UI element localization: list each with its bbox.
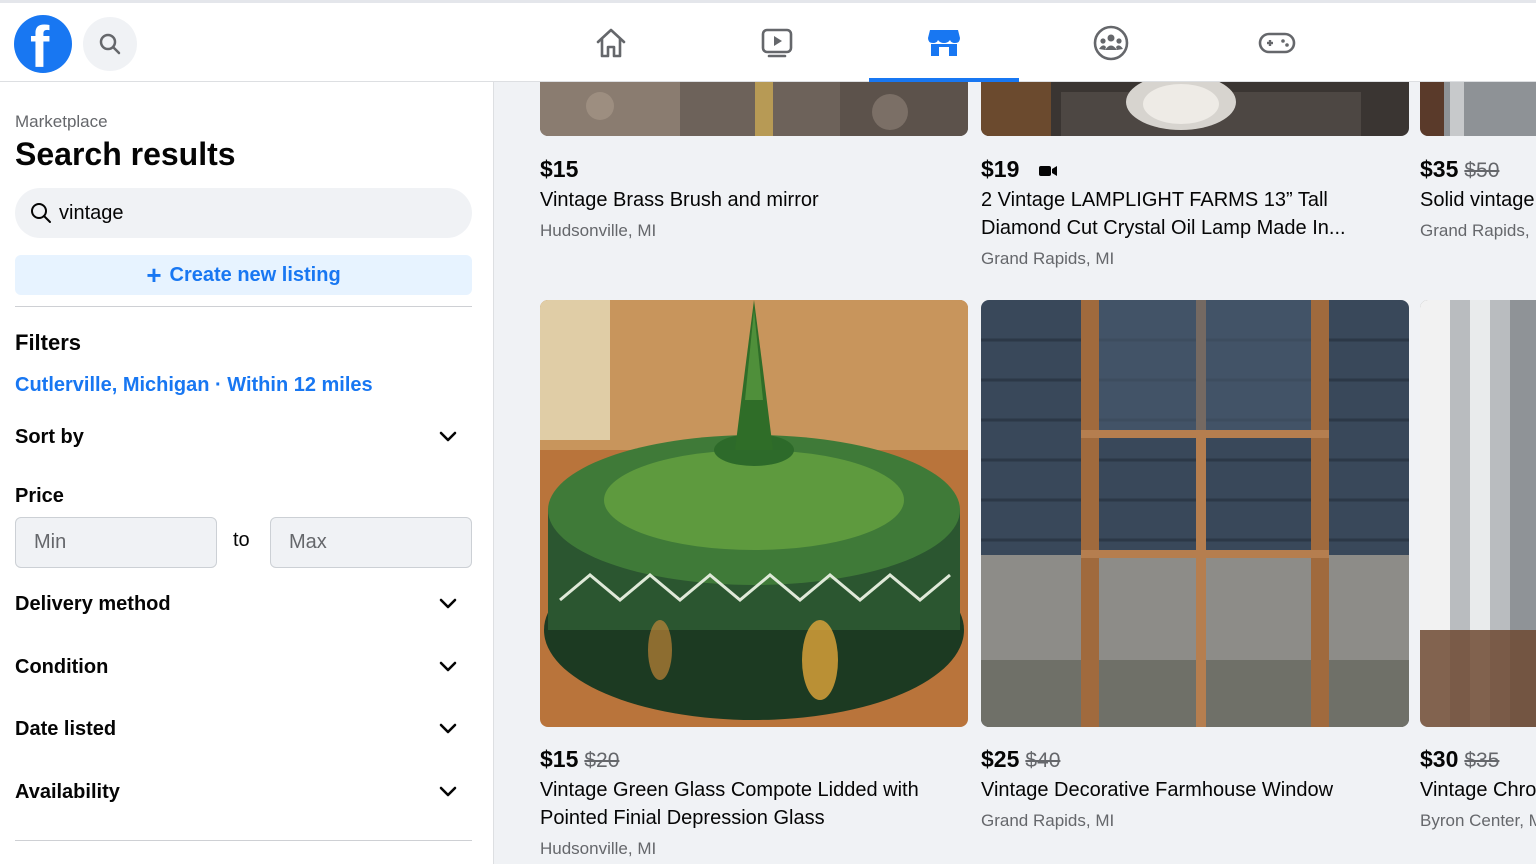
listing-title: Vintage Brass Brush and mirror — [540, 189, 819, 211]
create-new-listing-button[interactable]: + Create new listing — [15, 255, 472, 295]
listing-title: Vintage Decorative Farmhouse Window — [981, 779, 1334, 801]
search-field[interactable] — [15, 188, 472, 238]
listing-card[interactable]: $19 2 Vintage LAMPLIGHT FARMS 13” Tall D… — [981, 82, 1409, 282]
listing-card[interactable]: $15 Vintage Brass Brush and mirror Hudso… — [540, 82, 968, 262]
create-new-listing-label: Create new listing — [169, 263, 341, 286]
price-max-input[interactable] — [270, 517, 472, 568]
listing-card[interactable]: $15 $20 Vintage Green Glass Compote Lidde… — [540, 300, 968, 864]
chevron-down-icon — [439, 431, 457, 442]
listing-column-partial: $35 $50 Solid vintage Grand Rapids, $30 $3… — [1420, 82, 1536, 864]
listing-price: $35 $50 — [1420, 156, 1500, 182]
listing-price: $25 $40 — [981, 746, 1061, 772]
price-to-label: to — [233, 529, 250, 551]
listing-location: Byron Center, M — [1420, 811, 1536, 830]
date-listed-filter[interactable]: Date listed — [15, 714, 472, 744]
marketplace-icon[interactable] — [920, 19, 968, 67]
price-min-input[interactable] — [15, 517, 217, 568]
gaming-icon[interactable] — [1253, 19, 1301, 67]
listing-card[interactable]: $30 $35 Vintage Chro Byron Center, M — [1420, 300, 1536, 860]
listing-price: $15 $20 — [540, 746, 620, 772]
price-label: Price — [15, 485, 64, 507]
listing-title: Solid vintage — [1420, 189, 1535, 211]
listing-card[interactable]: $25 $40 Vintage Decorative Farmhouse Wind… — [981, 300, 1409, 860]
chevron-down-icon — [439, 723, 457, 734]
listing-photo[interactable] — [540, 300, 968, 727]
availability-label: Availability — [15, 780, 120, 803]
listing-photo[interactable] — [981, 82, 1409, 136]
location-filter-link[interactable]: Cutlerville, Michigan · Within 12 miles — [15, 374, 373, 397]
video-icon — [1038, 165, 1057, 176]
delivery-method-filter[interactable]: Delivery method — [15, 589, 472, 619]
filters-heading: Filters — [15, 330, 82, 355]
listing-location: Hudsonville, MI — [540, 221, 657, 240]
listing-location: Hudsonville, MI — [540, 839, 657, 858]
divider — [15, 306, 472, 307]
listing-title: 2 Vintage LAMPLIGHT FARMS 13” Tall Diamo… — [981, 189, 1346, 239]
sidebar: Marketplace Search results + Create new … — [0, 82, 494, 864]
breadcrumb[interactable]: Marketplace — [15, 112, 108, 132]
listing-card[interactable]: $35 $50 Solid vintage Grand Rapids, — [1420, 82, 1536, 262]
condition-filter[interactable]: Condition — [15, 652, 472, 682]
plus-icon: + — [146, 260, 162, 290]
chevron-down-icon — [439, 598, 457, 609]
delivery-method-label: Delivery method — [15, 592, 171, 615]
divider — [15, 840, 472, 841]
top-navigation-bar: f — [0, 0, 1536, 82]
search-button[interactable] — [83, 17, 137, 71]
listing-photo[interactable] — [1420, 82, 1536, 136]
facebook-logo-icon[interactable]: f — [14, 15, 72, 73]
listing-location: Grand Rapids, MI — [981, 811, 1115, 830]
listing-price: $19 — [981, 156, 1058, 183]
listing-photo[interactable] — [540, 82, 968, 136]
listing-photo[interactable] — [981, 300, 1409, 727]
listing-title: Vintage Green Glass Compote Lidded with … — [540, 779, 919, 829]
listing-location: Grand Rapids, MI — [981, 249, 1115, 268]
date-listed-label: Date listed — [15, 717, 117, 740]
listing-price: $30 $35 — [1420, 746, 1500, 772]
sort-by-filter[interactable]: Sort by — [15, 422, 472, 452]
chevron-down-icon — [439, 786, 457, 797]
sort-by-label: Sort by — [15, 425, 84, 448]
page-title: Search results — [15, 136, 236, 172]
listing-price: $15 — [540, 156, 579, 182]
availability-filter[interactable]: Availability — [15, 777, 472, 807]
groups-icon[interactable] — [1087, 19, 1135, 67]
search-input[interactable] — [59, 188, 459, 238]
search-icon — [99, 33, 121, 55]
home-icon[interactable] — [587, 19, 635, 67]
watch-icon[interactable] — [753, 19, 801, 67]
search-icon — [31, 203, 51, 223]
listing-title: Vintage Chro — [1420, 779, 1536, 801]
listing-location: Grand Rapids, — [1420, 221, 1530, 240]
condition-label: Condition — [15, 655, 109, 678]
chevron-down-icon — [439, 661, 457, 672]
listing-photo[interactable] — [1420, 300, 1536, 727]
